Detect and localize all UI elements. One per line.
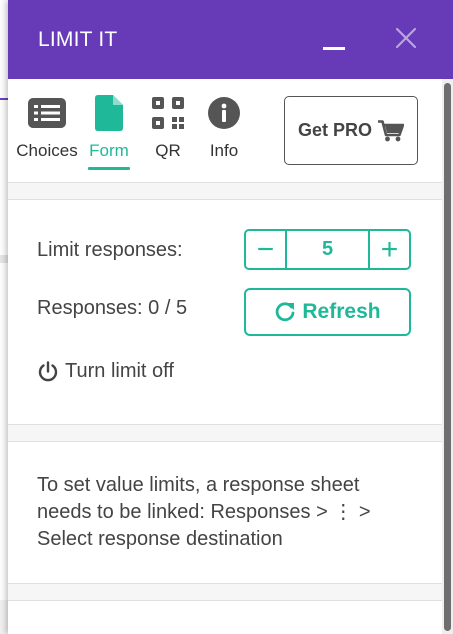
cart-icon — [378, 119, 404, 141]
section-divider — [8, 583, 442, 601]
tab-label: Form — [89, 141, 129, 160]
tab-form[interactable]: Form — [86, 93, 132, 170]
refresh-label: Refresh — [302, 300, 381, 323]
limit-responses-label: Limit responses: — [37, 239, 183, 261]
background-block — [0, 600, 8, 634]
power-icon — [38, 360, 58, 381]
list-icon — [28, 98, 66, 128]
info-icon — [208, 97, 240, 129]
background-block — [0, 255, 8, 263]
decrement-button[interactable]: − — [246, 231, 287, 268]
response-sheet-hint: To set value limits, a response sheet ne… — [37, 474, 371, 550]
limit-it-panel: LIMIT IT Choices Form QR Info Get PRO Li… — [8, 0, 453, 634]
tab-label: Info — [209, 141, 239, 160]
refresh-button[interactable]: Refresh — [244, 288, 411, 336]
tab-label: Choices — [16, 141, 78, 160]
minus-icon: − — [256, 232, 275, 266]
refresh-icon — [276, 302, 295, 322]
get-pro-button[interactable]: Get PRO — [284, 96, 418, 165]
tab-label: QR — [155, 141, 181, 160]
close-icon — [395, 27, 417, 49]
active-tab-indicator — [88, 167, 130, 170]
tab-choices[interactable]: Choices — [14, 93, 80, 161]
title-bar: LIMIT IT — [8, 0, 453, 79]
plus-icon: + — [380, 232, 399, 266]
minimize-icon — [323, 47, 345, 50]
responses-count: Responses: 0 / 5 — [37, 297, 188, 319]
tab-info[interactable]: Info — [204, 93, 244, 161]
turn-limit-off-button[interactable]: Turn limit off — [37, 360, 174, 383]
turn-limit-off-label: Turn limit off — [65, 360, 174, 382]
limit-value[interactable]: 5 — [287, 231, 368, 268]
qr-code-icon — [152, 97, 184, 129]
scrollbar-thumb[interactable] — [444, 83, 451, 631]
increment-button[interactable]: + — [368, 231, 409, 268]
document-icon — [95, 95, 123, 131]
close-button[interactable] — [394, 26, 418, 50]
background-page — [0, 0, 8, 634]
app-title: LIMIT IT — [38, 28, 118, 51]
scrollbar[interactable] — [442, 79, 453, 634]
section-divider — [8, 424, 442, 442]
section-divider — [8, 182, 442, 200]
tab-qr[interactable]: QR — [146, 93, 190, 161]
minimize-button[interactable] — [322, 30, 346, 54]
get-pro-label: Get PRO — [297, 120, 372, 140]
limit-stepper: − 5 + — [244, 229, 411, 270]
background-divider — [0, 98, 8, 100]
